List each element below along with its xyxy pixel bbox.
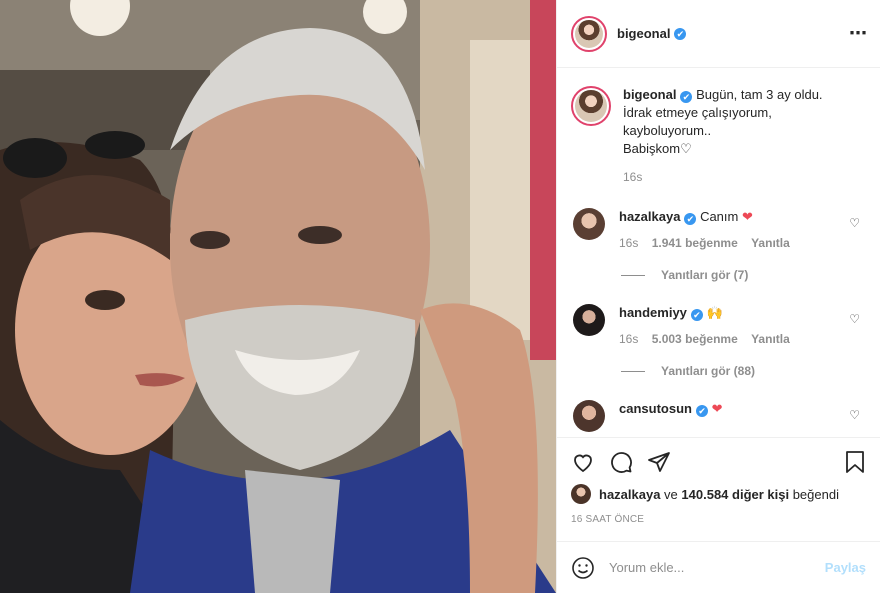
view-replies-label: Yanıtları gör (88) [661,364,756,378]
red-heart-emoji-icon: ❤ [711,401,723,416]
comment-time[interactable]: 16s [619,236,638,250]
raised-hands-emoji-icon: 🙌 [706,305,723,320]
add-comment-bar: Yorum ekle... Paylaş [557,541,880,593]
liked-by-user[interactable]: hazalkaya [599,487,660,502]
post-detail-panel: bigeonal ✔ ⋯ bigeonal ✔ Bugün, tam 3 ay o… [556,0,880,593]
verified-badge-icon: ✔ [680,91,693,103]
author-avatar[interactable] [571,15,607,52]
comment-like-heart-icon[interactable]: ♡ [849,312,860,326]
comment-likes[interactable]: 1.941 beğenme [652,236,738,250]
reply-button[interactable]: Yanıtla [751,236,790,250]
post-timestamp[interactable]: 16 SAAT ÖNCE [571,514,866,525]
view-replies-label: Yanıtları gör (7) [661,268,749,282]
comment-avatar[interactable] [573,304,605,336]
smiley-icon[interactable] [571,556,595,580]
liked-by-connector: ve [660,486,682,502]
comments-section[interactable]: bigeonal ✔ Bugün, tam 3 ay oldu. İdrak et… [557,68,880,437]
comment-username[interactable]: handemiyy [619,305,687,320]
liked-by[interactable]: hazalkaya ve 140.584 diğer kişi beğendi [571,484,866,504]
comment-input[interactable]: Yorum ekle... [609,560,825,575]
comment-item: handemiyy ✔ 🙌 16s 5.003 beğenme Yanıtla ♡ [571,304,864,346]
comment-time[interactable]: 16s [619,332,638,346]
comment-avatar[interactable] [573,208,605,240]
liked-by-avatar[interactable] [571,484,591,504]
comment-item: hazalkaya ✔ Canım ❤ 16s 1.941 beğenme Yan… [571,208,864,250]
caption-username[interactable]: bigeonal [623,87,676,102]
post-photo[interactable] [0,0,556,593]
photo-illustration [0,0,556,593]
comment-text: Canım [700,209,739,224]
comment-likes[interactable]: 5.003 beğenme [652,332,738,346]
view-replies-button[interactable]: Yanıtları gör (7) [621,268,864,282]
post-actions: hazalkaya ve 140.584 diğer kişi beğendi … [557,437,880,541]
reply-button[interactable]: Yanıtla [751,332,790,346]
more-options-icon[interactable]: ⋯ [849,23,868,44]
verified-badge-icon: ✔ [674,27,687,40]
comment-like-heart-icon[interactable]: ♡ [849,216,860,230]
caption-avatar[interactable] [571,86,611,126]
liked-by-count[interactable]: 140.584 diğer kişi [681,487,789,502]
caption: bigeonal ✔ Bugün, tam 3 ay oldu. İdrak et… [571,86,864,186]
comment-avatar[interactable] [573,400,605,432]
red-heart-emoji-icon: ❤ [741,209,753,224]
liked-by-suffix: beğendi [789,486,839,502]
caption-time[interactable]: 16s [623,168,823,186]
comment-like-heart-icon[interactable]: ♡ [849,408,860,422]
caption-line-1: Bugün, tam 3 ay oldu. [696,87,823,102]
bookmark-icon[interactable] [844,450,866,474]
comment-username[interactable]: cansutosun [619,401,692,416]
verified-badge-icon: ✔ [684,213,697,225]
post-header: bigeonal ✔ ⋯ [557,0,880,68]
caption-line-2: İdrak etmeye çalışıyorum, [623,105,772,120]
comment-username[interactable]: hazalkaya [619,209,680,224]
view-replies-button[interactable]: Yanıtları gör (88) [621,364,864,378]
paper-plane-icon[interactable] [647,450,671,474]
comment-item: cansutosun ✔ ❤ ♡ [571,400,864,432]
heart-outline-icon[interactable] [571,450,595,474]
verified-badge-icon: ✔ [695,405,708,417]
comment-icon[interactable] [609,450,633,474]
post-comment-button[interactable]: Paylaş [825,560,866,575]
caption-line-3: kayboluyorum.. [623,123,712,138]
verified-badge-icon: ✔ [690,309,703,321]
caption-line-4: Babişkom♡ [623,141,692,156]
author-username[interactable]: bigeonal [617,26,670,41]
